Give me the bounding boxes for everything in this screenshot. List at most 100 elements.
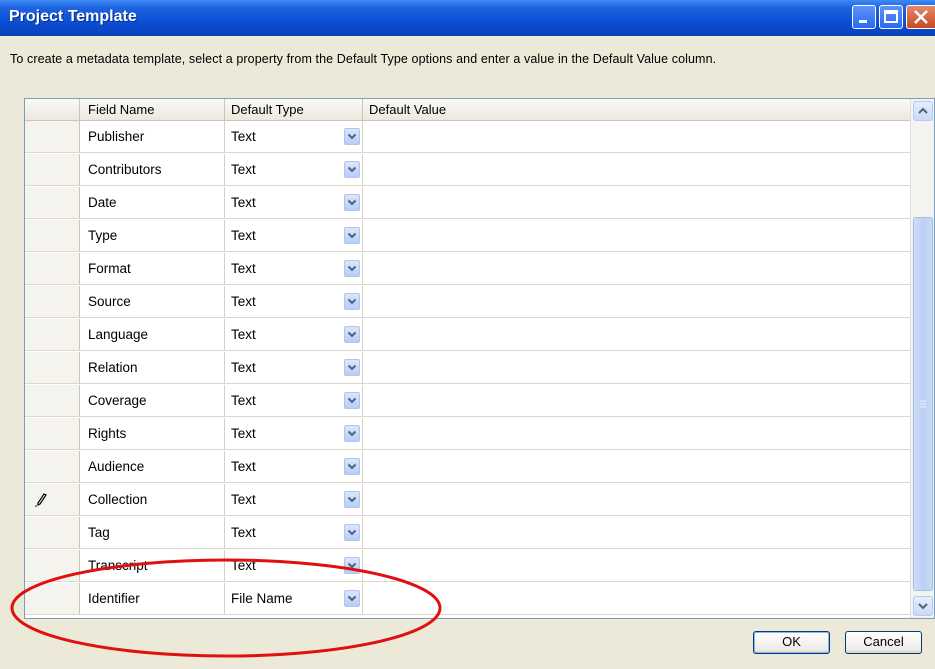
close-button[interactable] <box>906 5 935 29</box>
default-value-cell[interactable] <box>363 550 910 582</box>
dropdown-arrow-button[interactable] <box>344 128 360 145</box>
default-value-cell[interactable] <box>363 319 910 351</box>
dropdown-arrow-button[interactable] <box>344 458 360 475</box>
table-row[interactable]: Relation Text <box>25 352 910 385</box>
default-type-dropdown[interactable]: Text <box>225 517 363 549</box>
field-name-cell[interactable]: Audience <box>80 451 225 483</box>
table-row[interactable]: Type Text <box>25 220 910 253</box>
default-value-cell[interactable] <box>363 517 910 549</box>
default-value-cell[interactable] <box>363 451 910 483</box>
default-type-dropdown[interactable]: Text <box>225 121 363 153</box>
row-selector[interactable] <box>25 220 80 252</box>
default-type-dropdown[interactable]: Text <box>225 385 363 417</box>
default-value-cell[interactable] <box>363 286 910 318</box>
field-name-cell[interactable]: Language <box>80 319 225 351</box>
row-selector[interactable] <box>25 187 80 219</box>
dropdown-arrow-button[interactable] <box>344 524 360 541</box>
default-value-cell[interactable] <box>363 484 910 516</box>
dropdown-arrow-button[interactable] <box>344 425 360 442</box>
vertical-scrollbar[interactable] <box>910 99 934 618</box>
default-value-cell[interactable] <box>363 154 910 186</box>
field-name-cell[interactable]: Contributors <box>80 154 225 186</box>
table-row[interactable]: Format Text <box>25 253 910 286</box>
field-name-cell[interactable]: Relation <box>80 352 225 384</box>
grid-header: Field Name Default Type Default Value <box>25 99 910 121</box>
dropdown-arrow-button[interactable] <box>344 260 360 277</box>
table-row[interactable]: Collection Text <box>25 484 910 517</box>
dropdown-arrow-button[interactable] <box>344 392 360 409</box>
maximize-button[interactable] <box>879 5 903 29</box>
default-type-dropdown[interactable]: Text <box>225 187 363 219</box>
row-selector[interactable] <box>25 451 80 483</box>
row-selector[interactable] <box>25 352 80 384</box>
default-value-cell[interactable] <box>363 583 910 615</box>
cancel-button[interactable]: Cancel <box>845 631 922 654</box>
field-name-cell[interactable]: Rights <box>80 418 225 450</box>
chevron-down-icon <box>347 496 357 503</box>
default-value-cell[interactable] <box>363 418 910 450</box>
field-name-cell[interactable]: Type <box>80 220 225 252</box>
row-selector[interactable] <box>25 319 80 351</box>
dropdown-arrow-button[interactable] <box>344 491 360 508</box>
table-row[interactable]: Audience Text <box>25 451 910 484</box>
field-name-cell[interactable]: Publisher <box>80 121 225 153</box>
default-value-cell[interactable] <box>363 121 910 153</box>
row-selector[interactable] <box>25 385 80 417</box>
field-name-cell[interactable]: Tag <box>80 517 225 549</box>
default-value-cell[interactable] <box>363 253 910 285</box>
scroll-up-button[interactable] <box>913 101 933 121</box>
default-type-dropdown[interactable]: Text <box>225 352 363 384</box>
default-type-dropdown[interactable]: Text <box>225 253 363 285</box>
field-name-cell[interactable]: Source <box>80 286 225 318</box>
default-type-value: Text <box>231 129 256 144</box>
default-type-dropdown[interactable]: Text <box>225 484 363 516</box>
scroll-thumb[interactable] <box>913 217 933 591</box>
row-selector[interactable] <box>25 121 80 153</box>
row-selector[interactable] <box>25 253 80 285</box>
dropdown-arrow-button[interactable] <box>344 293 360 310</box>
default-type-value: Text <box>231 393 256 408</box>
ok-button[interactable]: OK <box>753 631 830 654</box>
dropdown-arrow-button[interactable] <box>344 326 360 343</box>
row-selector[interactable] <box>25 484 80 516</box>
table-row[interactable]: Publisher Text <box>25 121 910 154</box>
minimize-button[interactable] <box>852 5 876 29</box>
table-row[interactable]: Language Text <box>25 319 910 352</box>
default-type-dropdown[interactable]: Text <box>225 319 363 351</box>
table-row[interactable]: Tag Text <box>25 517 910 550</box>
column-header-default-value[interactable]: Default Value <box>363 99 910 120</box>
field-name-cell[interactable]: Coverage <box>80 385 225 417</box>
field-name-cell[interactable]: Collection <box>80 484 225 516</box>
row-selector[interactable] <box>25 418 80 450</box>
default-type-dropdown[interactable]: Text <box>225 451 363 483</box>
default-value-cell[interactable] <box>363 187 910 219</box>
default-value-cell[interactable] <box>363 385 910 417</box>
default-type-dropdown[interactable]: Text <box>225 418 363 450</box>
column-header-default-type[interactable]: Default Type <box>225 99 363 120</box>
default-value-cell[interactable] <box>363 352 910 384</box>
row-selector[interactable] <box>25 154 80 186</box>
column-header-field-name[interactable]: Field Name <box>80 99 225 120</box>
default-type-dropdown[interactable]: Text <box>225 286 363 318</box>
row-selector[interactable] <box>25 517 80 549</box>
row-selector[interactable] <box>25 286 80 318</box>
default-value-cell[interactable] <box>363 220 910 252</box>
dropdown-arrow-button[interactable] <box>344 161 360 178</box>
default-type-value: Text <box>231 162 256 177</box>
field-name-cell[interactable]: Format <box>80 253 225 285</box>
table-row[interactable]: Coverage Text <box>25 385 910 418</box>
table-row[interactable]: Contributors Text <box>25 154 910 187</box>
metadata-grid[interactable]: Field Name Default Type Default Value Pu… <box>24 98 935 619</box>
dropdown-arrow-button[interactable] <box>344 194 360 211</box>
dropdown-arrow-button[interactable] <box>344 227 360 244</box>
field-name-cell[interactable]: Date <box>80 187 225 219</box>
table-row[interactable]: Rights Text <box>25 418 910 451</box>
title-bar[interactable]: Project Template <box>0 0 935 36</box>
default-type-dropdown[interactable]: Text <box>225 220 363 252</box>
default-type-value: Text <box>231 459 256 474</box>
dropdown-arrow-button[interactable] <box>344 359 360 376</box>
table-row[interactable]: Date Text <box>25 187 910 220</box>
table-row[interactable]: Source Text <box>25 286 910 319</box>
scroll-down-button[interactable] <box>913 596 933 616</box>
default-type-dropdown[interactable]: Text <box>225 154 363 186</box>
